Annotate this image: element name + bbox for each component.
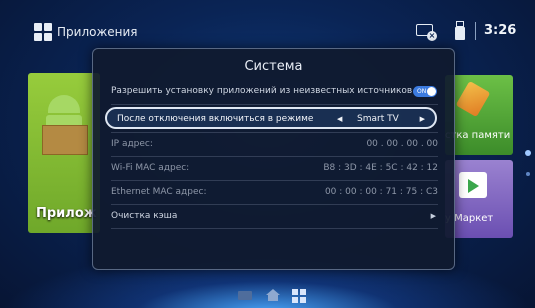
play-store-icon [459, 172, 487, 198]
memory-clean-tile[interactable]: стка памяти [445, 75, 513, 155]
page-title: Приложения [57, 25, 138, 39]
divider [111, 180, 438, 181]
divider [111, 156, 438, 157]
page-indicator-dot [525, 150, 531, 156]
tv-icon[interactable] [238, 291, 252, 300]
home-icon[interactable] [266, 289, 280, 301]
clock: 3:26 [484, 23, 517, 38]
wifi-mac-value: B8 : 3D : 4E : 5C : 42 : 12 [323, 163, 438, 173]
arrow-left-icon[interactable]: ◀ [337, 109, 342, 129]
clear-cache-row[interactable]: Очистка кэша ▶ [111, 206, 438, 226]
divider [111, 132, 438, 133]
power-on-mode-value: Smart TV [357, 114, 399, 124]
unknown-sources-toggle[interactable]: ON [413, 86, 437, 97]
divider [111, 104, 438, 105]
system-settings-dialog: Система Разрешить установку приложений и… [92, 48, 455, 270]
unknown-sources-row[interactable]: Разрешить установку приложений из неизве… [111, 81, 438, 101]
power-on-mode-row[interactable]: После отключения включиться в режиме ◀ S… [105, 107, 437, 129]
power-on-mode-label: После отключения включиться в режиме [117, 114, 314, 124]
dialog-title: Система [244, 59, 303, 74]
apps-grid-icon[interactable] [292, 289, 306, 303]
divider [475, 22, 476, 40]
ip-address-value: 00 . 00 . 00 . 00 [366, 139, 438, 149]
play-market-tile[interactable]: y Маркет [445, 160, 513, 238]
apps-grid-icon [34, 23, 52, 41]
apps-tile[interactable]: Прилож [28, 73, 100, 233]
divider [111, 228, 438, 229]
top-bar: Приложения × 3:26 [0, 0, 535, 52]
toggle-state: ON [417, 88, 427, 95]
ethernet-mac-value: 00 : 00 : 00 : 71 : 75 : C3 [324, 187, 438, 197]
android-icon [42, 95, 88, 155]
apps-tile-label: Прилож [36, 206, 97, 221]
unknown-sources-label: Разрешить установку приложений из неизве… [111, 86, 413, 96]
bottom-nav [238, 287, 308, 303]
ip-address-label: IP адрес: [111, 139, 153, 149]
network-disconnected-icon: × [416, 23, 438, 41]
wifi-mac-label: Wi-Fi MAC адрес: [111, 163, 190, 173]
divider [111, 204, 438, 205]
chevron-right-icon: ▶ [430, 212, 436, 220]
usb-icon [455, 21, 465, 41]
arrow-right-icon[interactable]: ▶ [420, 109, 425, 129]
brush-icon [455, 80, 491, 118]
clear-cache-label: Очистка кэша [111, 211, 178, 221]
ethernet-mac-label: Ethernet MAC адрес: [111, 187, 207, 197]
ethernet-mac-row: Ethernet MAC адрес: 00 : 00 : 00 : 71 : … [111, 182, 438, 202]
page-indicator-dot [526, 172, 530, 176]
wifi-mac-row: Wi-Fi MAC адрес: B8 : 3D : 4E : 5C : 42 … [111, 158, 438, 178]
ip-address-row: IP адрес: 00 . 00 . 00 . 00 [111, 134, 438, 154]
